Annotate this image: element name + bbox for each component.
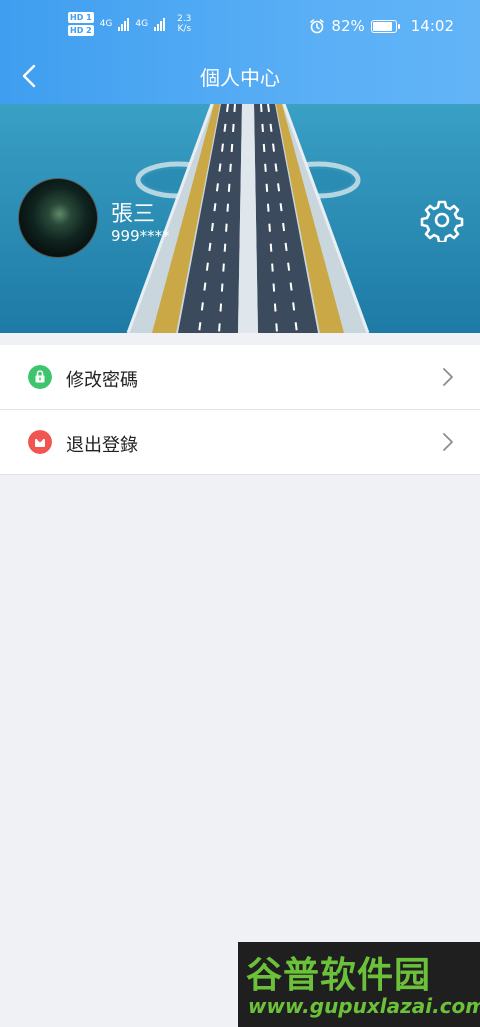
net-speed-value: 2.3: [177, 14, 192, 24]
sim1-badge: HD 1: [68, 12, 94, 23]
menu-item-change-password[interactable]: 修改密碼: [0, 345, 480, 410]
network-type-2: 4G: [135, 19, 149, 29]
settings-list: 修改密碼 退出登錄: [0, 345, 480, 475]
chevron-right-icon: [443, 368, 453, 386]
menu-item-logout[interactable]: 退出登錄: [0, 410, 480, 475]
alarm-icon: [310, 19, 325, 34]
header-bar: HD 1 HD 2 4G 4G 2.3 K/s 82% 14:02 個人中心: [0, 0, 480, 104]
status-bar: HD 1 HD 2 4G 4G 2.3 K/s 82% 14:02: [0, 0, 480, 52]
profile-banner: 張三 999****: [0, 104, 480, 333]
lock-icon: [28, 365, 52, 389]
net-speed-unit: K/s: [177, 24, 192, 34]
signal-icon-2: [154, 17, 166, 31]
user-id: 999****: [111, 227, 170, 245]
battery-percent: 82%: [331, 17, 365, 35]
signal-icon-1: [118, 17, 130, 31]
watermark-title: 谷普软件园: [246, 955, 432, 996]
clock: 14:02: [410, 17, 454, 35]
gear-icon[interactable]: [420, 198, 464, 242]
nav-bar: 個人中心: [0, 52, 480, 100]
battery-icon: [370, 19, 400, 33]
menu-item-label: 退出登錄: [66, 435, 138, 456]
user-name: 張三: [111, 202, 156, 227]
page-title: 個人中心: [200, 66, 280, 90]
avatar[interactable]: [18, 178, 98, 258]
network-type-1: 4G: [99, 19, 113, 29]
logout-icon: [28, 430, 52, 454]
chevron-right-icon: [443, 433, 453, 451]
menu-item-label: 修改密碼: [66, 370, 138, 391]
watermark: 谷普软件园 www.gupuxlazai.com: [238, 942, 480, 1027]
sim2-badge: HD 2: [68, 25, 94, 36]
watermark-url: www.gupuxlazai.com: [248, 994, 480, 1018]
